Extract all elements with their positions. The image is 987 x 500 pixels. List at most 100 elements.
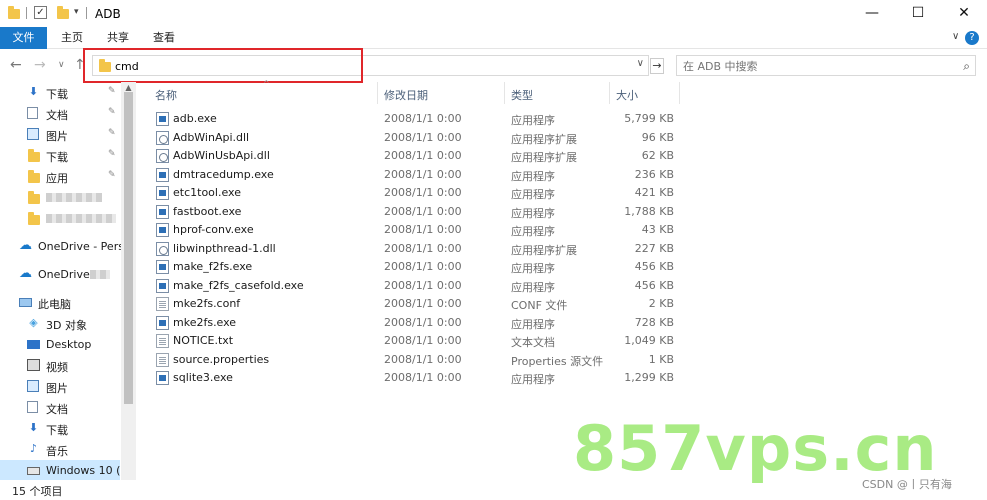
recent-locations-chevron-icon[interactable]: ∨ xyxy=(58,60,65,70)
column-header-date[interactable]: 修改日期 xyxy=(384,87,428,103)
file-date: 2008/1/1 0:00 xyxy=(384,334,462,347)
file-row[interactable]: NOTICE.txt 2008/1/1 0:00 文本文档 1,049 KB xyxy=(154,332,684,350)
file-row[interactable]: AdbWinApi.dll 2008/1/1 0:00 应用程序扩展 96 KB xyxy=(154,129,684,147)
address-bar[interactable]: ∨ xyxy=(92,55,649,76)
tab-home[interactable]: 主页 xyxy=(61,27,83,49)
sidebar-item-label: OneDrive xyxy=(38,268,90,281)
file-type: Properties 源文件 xyxy=(511,354,604,368)
back-button[interactable]: ← xyxy=(10,57,22,73)
close-button[interactable]: ✕ xyxy=(941,0,987,27)
file-date: 2008/1/1 0:00 xyxy=(384,278,462,292)
tab-view[interactable]: 查看 xyxy=(153,27,175,49)
sidebar-scrollbar[interactable]: ▲ xyxy=(121,82,136,480)
pin-icon: ✎ xyxy=(108,128,116,138)
file-row[interactable]: AdbWinUsbApi.dll 2008/1/1 0:00 应用程序扩展 62… xyxy=(154,147,684,165)
folder-icon xyxy=(28,170,40,183)
tab-share[interactable]: 共享 xyxy=(107,27,129,49)
column-headers: 名称 ^ 修改日期 类型 大小 xyxy=(136,79,987,104)
tab-file[interactable]: 文件 xyxy=(0,27,47,49)
navigation-pane: ⬇ 下载 ✎ 文档 ✎ 图片 ✎ 下载 ✎ 应用 ✎ ☁ OneDrive - … xyxy=(0,82,136,480)
sidebar-item-pictures[interactable]: 图片 ✎ xyxy=(0,124,120,145)
cloud-icon: ☁ xyxy=(19,238,32,253)
maximize-button[interactable]: ☐ xyxy=(895,0,941,27)
watermark-logo: 857vps.cn xyxy=(573,412,938,485)
sidebar-item-3d-objects[interactable]: ◈ 3D 对象 xyxy=(0,313,120,334)
minimize-button[interactable]: — xyxy=(849,0,895,27)
sidebar-item-apps[interactable]: 应用 ✎ xyxy=(0,166,120,187)
file-type: 文本文档 xyxy=(511,336,555,349)
file-type: 应用程序 xyxy=(511,225,555,238)
sort-ascending-icon: ^ xyxy=(263,79,270,88)
forward-button[interactable]: → xyxy=(34,57,46,73)
file-row[interactable]: source.properties 2008/1/1 0:00 Properti… xyxy=(154,351,684,369)
sidebar-item-label: 图片 xyxy=(46,382,68,395)
file-name: sqlite3.exe xyxy=(173,371,233,384)
file-date: 2008/1/1 0:00 xyxy=(384,149,462,162)
sidebar-item-onedrive[interactable]: ☁ OneDrive xyxy=(0,264,120,285)
search-box[interactable]: ⌕ xyxy=(676,55,976,76)
column-divider[interactable] xyxy=(377,82,378,104)
file-row[interactable]: sqlite3.exe 2008/1/1 0:00 应用程序 1,299 KB xyxy=(154,369,684,387)
sidebar-item-label: 3D 对象 xyxy=(46,319,87,332)
file-row[interactable]: etc1tool.exe 2008/1/1 0:00 应用程序 421 KB xyxy=(154,184,684,202)
file-name: dmtracedump.exe xyxy=(173,167,274,181)
search-icon[interactable]: ⌕ xyxy=(963,59,970,74)
sidebar-item-downloads[interactable]: ⬇ 下载 ✎ xyxy=(0,82,120,103)
file-size: 421 KB xyxy=(634,186,674,199)
column-header-size[interactable]: 大小 xyxy=(616,87,638,103)
sidebar-item-music[interactable]: ♪ 音乐 xyxy=(0,439,120,460)
file-row[interactable]: adb.exe 2008/1/1 0:00 应用程序 5,799 KB xyxy=(154,110,684,128)
ribbon-collapse-chevron-icon[interactable]: ∨ xyxy=(952,31,959,42)
scroll-up-arrow-icon[interactable]: ▲ xyxy=(121,83,136,92)
sidebar-item-blurred-1[interactable] xyxy=(0,187,120,208)
column-header-type[interactable]: 类型 xyxy=(511,87,533,103)
address-input[interactable] xyxy=(115,58,615,74)
dll-file-icon xyxy=(156,149,169,163)
new-folder-icon[interactable] xyxy=(57,6,69,19)
column-divider[interactable] xyxy=(609,82,610,104)
quick-access-dropdown-icon[interactable]: ▾ xyxy=(74,7,79,17)
file-name: mke2fs.exe xyxy=(173,315,237,329)
go-button[interactable]: → xyxy=(650,58,664,74)
sidebar-item-downloads-folder[interactable]: 下载 ✎ xyxy=(0,145,120,166)
file-row[interactable]: hprof-conv.exe 2008/1/1 0:00 应用程序 43 KB xyxy=(154,221,684,239)
file-row[interactable]: dmtracedump.exe 2008/1/1 0:00 应用程序 236 K… xyxy=(154,166,684,184)
sidebar-item-this-pc[interactable]: 此电脑 xyxy=(0,292,120,313)
sidebar-item-documents-pc[interactable]: 文档 xyxy=(0,397,120,418)
file-name: AdbWinUsbApi.dll xyxy=(173,149,270,162)
search-input[interactable] xyxy=(683,58,943,74)
help-icon[interactable]: ? xyxy=(965,31,979,45)
sidebar-item-label: 下载 xyxy=(46,151,68,164)
file-size: 456 KB xyxy=(634,260,674,273)
sidebar-item-label: 音乐 xyxy=(46,445,68,458)
pin-icon: ✎ xyxy=(108,107,116,117)
column-divider[interactable] xyxy=(504,82,505,104)
documents-icon xyxy=(27,107,38,119)
sidebar-item-pictures-pc[interactable]: 图片 xyxy=(0,376,120,397)
file-size: 2 KB xyxy=(648,297,674,310)
sidebar-item-downloads-pc[interactable]: ⬇ 下载 xyxy=(0,418,120,439)
file-type: 应用程序 xyxy=(511,169,555,183)
sidebar-item-videos[interactable]: 视频 xyxy=(0,355,120,376)
file-row[interactable]: libwinpthread-1.dll 2008/1/1 0:00 应用程序扩展… xyxy=(154,240,684,258)
sidebar-item-label: Windows 10 (C xyxy=(46,464,129,477)
scrollbar-thumb[interactable] xyxy=(124,92,133,404)
column-divider[interactable] xyxy=(679,82,680,104)
sidebar-item-label: 视频 xyxy=(46,361,68,374)
sidebar-item-windows-drive[interactable]: Windows 10 (C ∨ xyxy=(0,460,133,480)
sidebar-item-desktop[interactable]: Desktop xyxy=(0,334,120,355)
file-row[interactable]: make_f2fs.exe 2008/1/1 0:00 应用程序 456 KB xyxy=(154,258,684,276)
file-row[interactable]: mke2fs.exe 2008/1/1 0:00 应用程序 728 KB xyxy=(154,314,684,332)
up-button[interactable]: ↑ xyxy=(74,57,86,73)
column-header-name[interactable]: 名称 xyxy=(155,87,177,103)
sidebar-item-documents[interactable]: 文档 ✎ xyxy=(0,103,120,124)
sidebar-item-label: 下载 xyxy=(46,424,68,437)
file-row[interactable]: make_f2fs_casefold.exe 2008/1/1 0:00 应用程… xyxy=(154,277,684,295)
file-row[interactable]: fastboot.exe 2008/1/1 0:00 应用程序 1,788 KB xyxy=(154,203,684,221)
file-type: 应用程序扩展 xyxy=(511,243,577,257)
sidebar-item-onedrive-personal[interactable]: ☁ OneDrive - Perso xyxy=(0,236,131,257)
address-dropdown-chevron-icon[interactable]: ∨ xyxy=(637,58,644,69)
file-row[interactable]: mke2fs.conf 2008/1/1 0:00 CONF 文件 2 KB xyxy=(154,295,684,313)
sidebar-item-blurred-2[interactable] xyxy=(0,208,120,229)
properties-check-icon[interactable]: ✓ xyxy=(34,6,47,19)
